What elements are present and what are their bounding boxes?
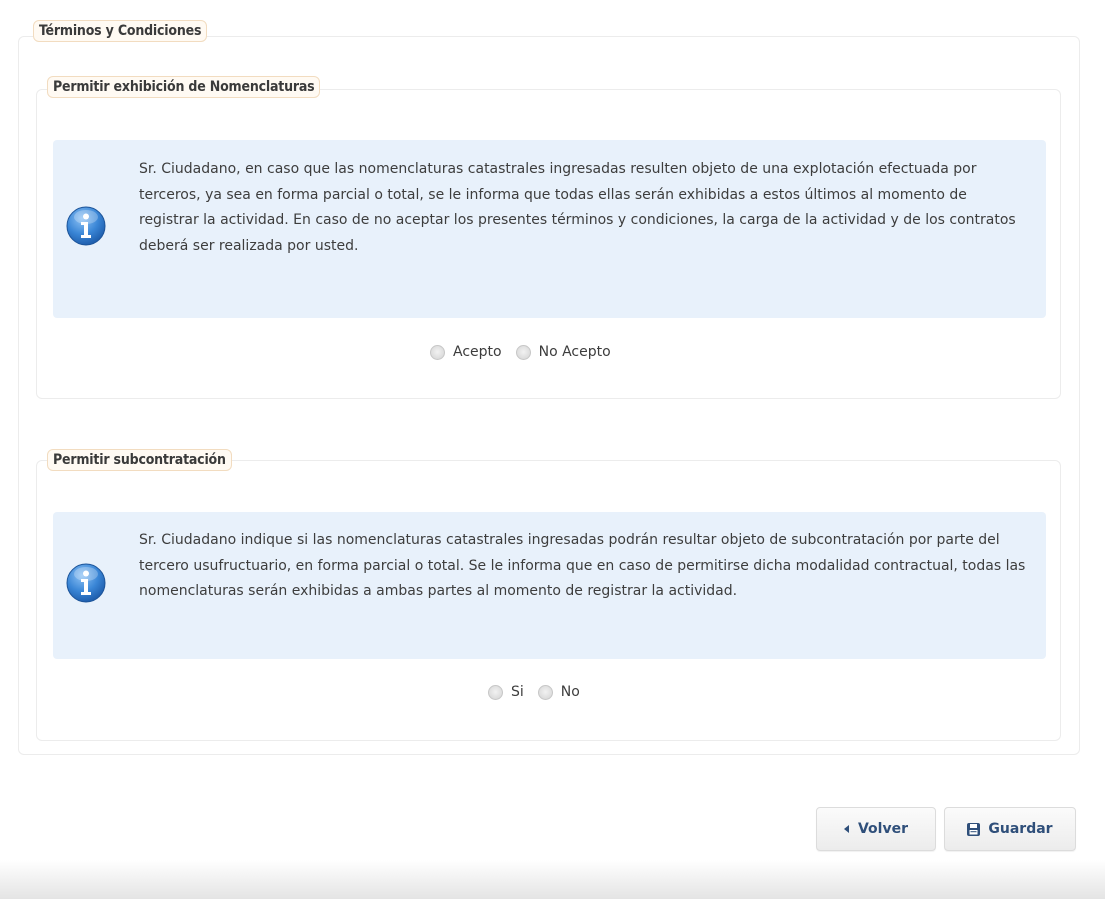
radio-circle[interactable] <box>430 344 445 360</box>
subcontratacion-info-box: Sr. Ciudadano indique si las nomenclatur… <box>53 512 1046 659</box>
back-button[interactable]: Volver <box>816 807 936 851</box>
radio-circle[interactable] <box>537 684 553 700</box>
page: Términos y Condiciones Permitir exhibici… <box>0 0 1105 899</box>
radio-label: Acepto <box>453 344 502 360</box>
terms-legend: Términos y Condiciones <box>33 20 208 42</box>
radio-si[interactable]: Si <box>488 684 524 700</box>
nomenclaturas-legend: Permitir exhibición de Nomenclaturas <box>47 76 321 98</box>
floppy-disk-icon <box>967 822 981 836</box>
radio-label: No Acepto <box>538 344 611 360</box>
radio-no-acepto[interactable]: No Acepto <box>515 344 611 360</box>
chevron-left-icon <box>843 825 850 833</box>
radio-circle[interactable] <box>515 344 531 360</box>
nomenclaturas-info-text: Sr. Ciudadano, en caso que las nomenclat… <box>139 161 1016 254</box>
subcontratacion-legend: Permitir subcontratación <box>47 449 232 471</box>
nomenclaturas-radio-group: Acepto No Acepto <box>430 344 625 360</box>
radio-acepto[interactable]: Acepto <box>430 344 502 360</box>
radio-label: No <box>560 684 580 700</box>
radio-circle[interactable] <box>488 684 503 700</box>
save-button-label: Guardar <box>988 821 1053 837</box>
subcontratacion-info-text: Sr. Ciudadano indique si las nomenclatur… <box>139 532 1026 599</box>
radio-no[interactable]: No <box>537 684 580 700</box>
nomenclaturas-info-box: Sr. Ciudadano, en caso que las nomenclat… <box>53 140 1046 318</box>
info-icon <box>66 206 106 246</box>
subcontratacion-radio-group: Si No <box>488 684 594 700</box>
back-button-label: Volver <box>857 821 908 837</box>
radio-label: Si <box>511 684 524 700</box>
info-icon <box>66 563 106 603</box>
save-button[interactable]: Guardar <box>944 807 1076 851</box>
